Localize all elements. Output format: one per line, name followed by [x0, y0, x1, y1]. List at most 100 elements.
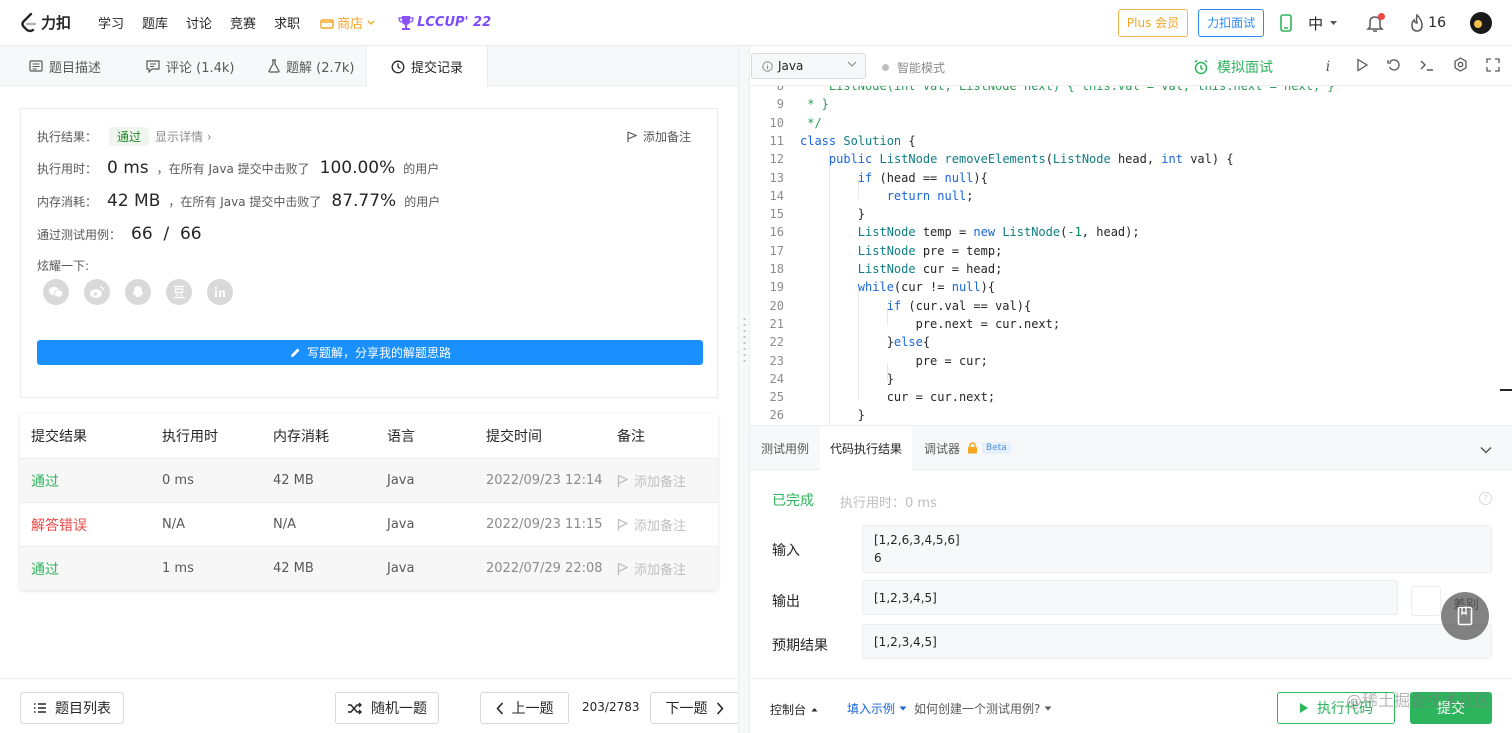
problem-tabs: 题目描述 评论 (1.4k) 题解 (2.7k) 提交记录 [0, 46, 738, 87]
qq-icon[interactable] [125, 279, 151, 305]
code-line[interactable]: 14 return null; [750, 187, 1512, 205]
code-text: ListNode pre = temp; [857, 243, 1003, 258]
row-status[interactable]: 解答错误 [31, 515, 87, 535]
mobile-icon[interactable] [1280, 14, 1292, 32]
nav-contest[interactable]: 竞赛 [230, 13, 256, 32]
testcases-row: 通过测试用例： 66 / 66 [37, 224, 210, 244]
console-toggle[interactable]: 控制台 [770, 701, 818, 718]
next-problem-button[interactable]: 下一题 [650, 692, 739, 724]
write-solution-button[interactable]: 写题解，分享我的解题思路 [37, 340, 703, 365]
code-line[interactable]: 12 public ListNode removeElements(ListNo… [750, 150, 1512, 168]
avatar[interactable] [1470, 12, 1492, 34]
row-add-note-button[interactable]: 添加备注 [617, 515, 686, 534]
panel-resize-handle[interactable] [738, 46, 750, 733]
code-line[interactable]: 16 ListNode temp = new ListNode(-1, head… [750, 223, 1512, 241]
diff-toggle[interactable] [1411, 586, 1441, 616]
code-line[interactable]: 10 */ [750, 114, 1512, 132]
floating-note-button[interactable] [1441, 592, 1489, 640]
streak-counter[interactable]: 16 [1410, 14, 1446, 32]
collapse-console-icon[interactable] [1480, 443, 1492, 458]
row-status[interactable]: 通过 [31, 471, 59, 491]
nav-jobs[interactable]: 求职 [274, 13, 300, 32]
help-icon[interactable]: ? [1479, 492, 1492, 505]
row-add-note-button[interactable]: 添加备注 [617, 559, 686, 578]
random-problem-button[interactable]: 随机一题 [335, 692, 439, 724]
add-note-label: 添加备注 [642, 130, 691, 144]
code-line[interactable]: 8 ListNode(int val, ListNode next) { thi… [750, 86, 1512, 95]
table-row[interactable]: 通过 0 ms 42 MB Java 2022/09/23 12:14 添加备注 [20, 458, 718, 502]
row-submitted-time: 2022/07/29 22:08 [486, 561, 603, 576]
play-icon[interactable] [1355, 57, 1369, 76]
tab-comments[interactable]: 评论 (1.4k) [146, 46, 234, 86]
code-line[interactable]: 15 } [750, 205, 1512, 223]
result-label: 执行结果： [37, 130, 98, 144]
code-line[interactable]: 19 while(cur != null){ [750, 278, 1512, 296]
code-line[interactable]: 21 pre.next = cur.next; [750, 315, 1512, 333]
table-row[interactable]: 通过 1 ms 42 MB Java 2022/07/29 22:08 添加备注 [20, 546, 718, 590]
nav-shop[interactable]: 商店 [320, 13, 375, 32]
nav-lccup[interactable]: LCCUP' 22 [397, 14, 491, 32]
italic-info-icon[interactable]: i [1319, 59, 1337, 75]
prev-problem-button[interactable]: 上一题 [480, 692, 569, 724]
how-create-testcase-link[interactable]: 如何创建一个测试用例? [914, 700, 1052, 717]
code-line[interactable]: 25 cur = cur.next; [750, 388, 1512, 406]
code-line[interactable]: 11 class Solution { [750, 132, 1512, 150]
fill-example-button[interactable]: 填入示例 [847, 700, 907, 717]
reset-icon[interactable] [1387, 58, 1401, 76]
tab-run-result[interactable]: 代码执行结果 [820, 426, 912, 471]
tab-test-cases[interactable]: 测试用例 [761, 426, 809, 470]
code-line[interactable]: 23 pre = cur; [750, 352, 1512, 370]
nav-learn[interactable]: 学习 [98, 13, 124, 32]
code-line[interactable]: 24 } [750, 370, 1512, 388]
mock-interview-button[interactable]: 模拟面试 [1193, 57, 1273, 77]
nav-discuss[interactable]: 讨论 [186, 13, 212, 32]
douban-icon[interactable] [166, 279, 192, 305]
show-detail-link[interactable]: 显示详情 › [155, 128, 212, 145]
watermark: @稀土掘金技术社区 [1346, 691, 1491, 710]
tab-submissions[interactable]: 提交记录 [366, 46, 488, 87]
code-line[interactable]: 22 }else{ [750, 333, 1512, 351]
plus-member-button[interactable]: Plus 会员 [1117, 9, 1189, 37]
code-editor[interactable]: 8 ListNode(int val, ListNode next) { thi… [750, 86, 1512, 424]
weibo-icon[interactable] [84, 279, 110, 305]
code-line[interactable]: 26 } [750, 406, 1512, 424]
runtime-suffix: 的用户 [403, 162, 440, 176]
settings-icon[interactable] [1453, 57, 1468, 76]
code-text: ListNode temp = new ListNode(-1, head); [857, 225, 1140, 240]
smart-mode-toggle[interactable]: 智能模式 [882, 59, 945, 76]
language-select[interactable]: Java [751, 53, 866, 79]
code-line[interactable]: 20 if (cur.val == val){ [750, 297, 1512, 315]
table-row[interactable]: 解答错误 N/A N/A Java 2022/09/23 11:15 添加备注 [20, 502, 718, 546]
tab-description[interactable]: 题目描述 [29, 46, 101, 86]
tab-solutions[interactable]: 题解 (2.7k) [268, 46, 354, 86]
row-add-note-button[interactable]: 添加备注 [617, 471, 686, 490]
problem-list-button[interactable]: 题目列表 [20, 692, 124, 724]
line-number: 25 [769, 390, 784, 405]
language-switch[interactable]: 中 [1308, 13, 1338, 34]
notification-bell-icon[interactable] [1366, 12, 1386, 33]
row-status[interactable]: 通过 [31, 559, 59, 579]
code-line[interactable]: 13 if (head == null){ [750, 169, 1512, 187]
linkedin-icon[interactable] [207, 279, 233, 305]
terminal-icon[interactable] [1419, 58, 1435, 76]
problem-list-label: 题目列表 [55, 701, 111, 717]
code-text: pre.next = cur.next; [800, 316, 1061, 331]
add-note-button[interactable]: 添加备注 [627, 128, 691, 145]
code-text: */ [800, 115, 822, 130]
wechat-icon[interactable] [43, 279, 69, 305]
fullscreen-icon[interactable] [1486, 57, 1500, 76]
code-line[interactable]: 18 ListNode cur = head; [750, 260, 1512, 278]
prev-problem-label: 上一题 [511, 701, 554, 717]
leetcode-interview-button[interactable]: 力扣面试 [1198, 9, 1265, 37]
info-icon [762, 60, 773, 72]
language-label: 中 [1308, 14, 1324, 33]
tab-debugger[interactable]: 调试器 Beta [924, 426, 1011, 470]
row-language: Java [387, 561, 415, 576]
nav-problems[interactable]: 题库 [142, 13, 168, 32]
line-number: 12 [769, 152, 784, 167]
header-submitted: 提交时间 [486, 429, 542, 445]
leetcode-logo[interactable]: 力扣 [20, 12, 80, 33]
line-number: 19 [769, 280, 784, 295]
code-line[interactable]: 17 ListNode pre = temp; [750, 242, 1512, 260]
code-line[interactable]: 9 * } [750, 95, 1512, 113]
